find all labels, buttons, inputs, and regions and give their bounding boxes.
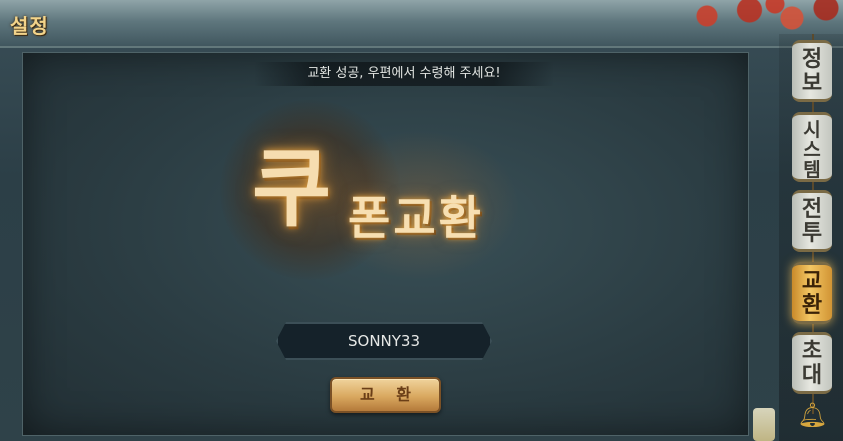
tab-system-char1: 시 xyxy=(803,119,821,141)
logo-text: 폰교환 xyxy=(348,191,484,245)
tab-system-char3: 템 xyxy=(803,159,821,181)
tab-info-char1: 정 xyxy=(801,47,823,72)
tab-exchange-char1: 교 xyxy=(801,269,823,294)
tab-battle-char1: 전 xyxy=(801,197,823,222)
coupon-exchange-logo: 쿠 폰교환 xyxy=(200,90,580,300)
tab-system[interactable]: 시 스 템 xyxy=(792,112,832,182)
tab-battle-char2: 투 xyxy=(801,221,823,246)
tab-system-char2: 스 xyxy=(803,139,821,161)
tab-invite[interactable]: 초 대 xyxy=(792,332,832,394)
tab-exchange[interactable]: 교 환 xyxy=(792,262,832,324)
tab-info-char2: 보 xyxy=(801,71,823,96)
success-notice: 교환 성공, 우편에서 수령해 주세요! xyxy=(254,62,554,86)
tab-invite-char2: 대 xyxy=(801,363,823,388)
tab-battle[interactable]: 전 투 xyxy=(792,190,832,252)
tab-exchange-char2: 환 xyxy=(801,293,823,318)
lamp-icon xyxy=(753,408,775,441)
logo-big-char: 쿠 xyxy=(252,139,332,239)
coupon-code-input[interactable] xyxy=(276,322,492,360)
top-bar: 설정 xyxy=(0,0,843,48)
bell-icon: 🔔︎ xyxy=(797,401,828,429)
tab-invite-char1: 초 xyxy=(801,339,823,364)
tab-info[interactable]: 정 보 xyxy=(792,40,832,102)
page-title: 설정 xyxy=(10,14,49,38)
exchange-button[interactable]: 교 환 xyxy=(330,377,441,413)
